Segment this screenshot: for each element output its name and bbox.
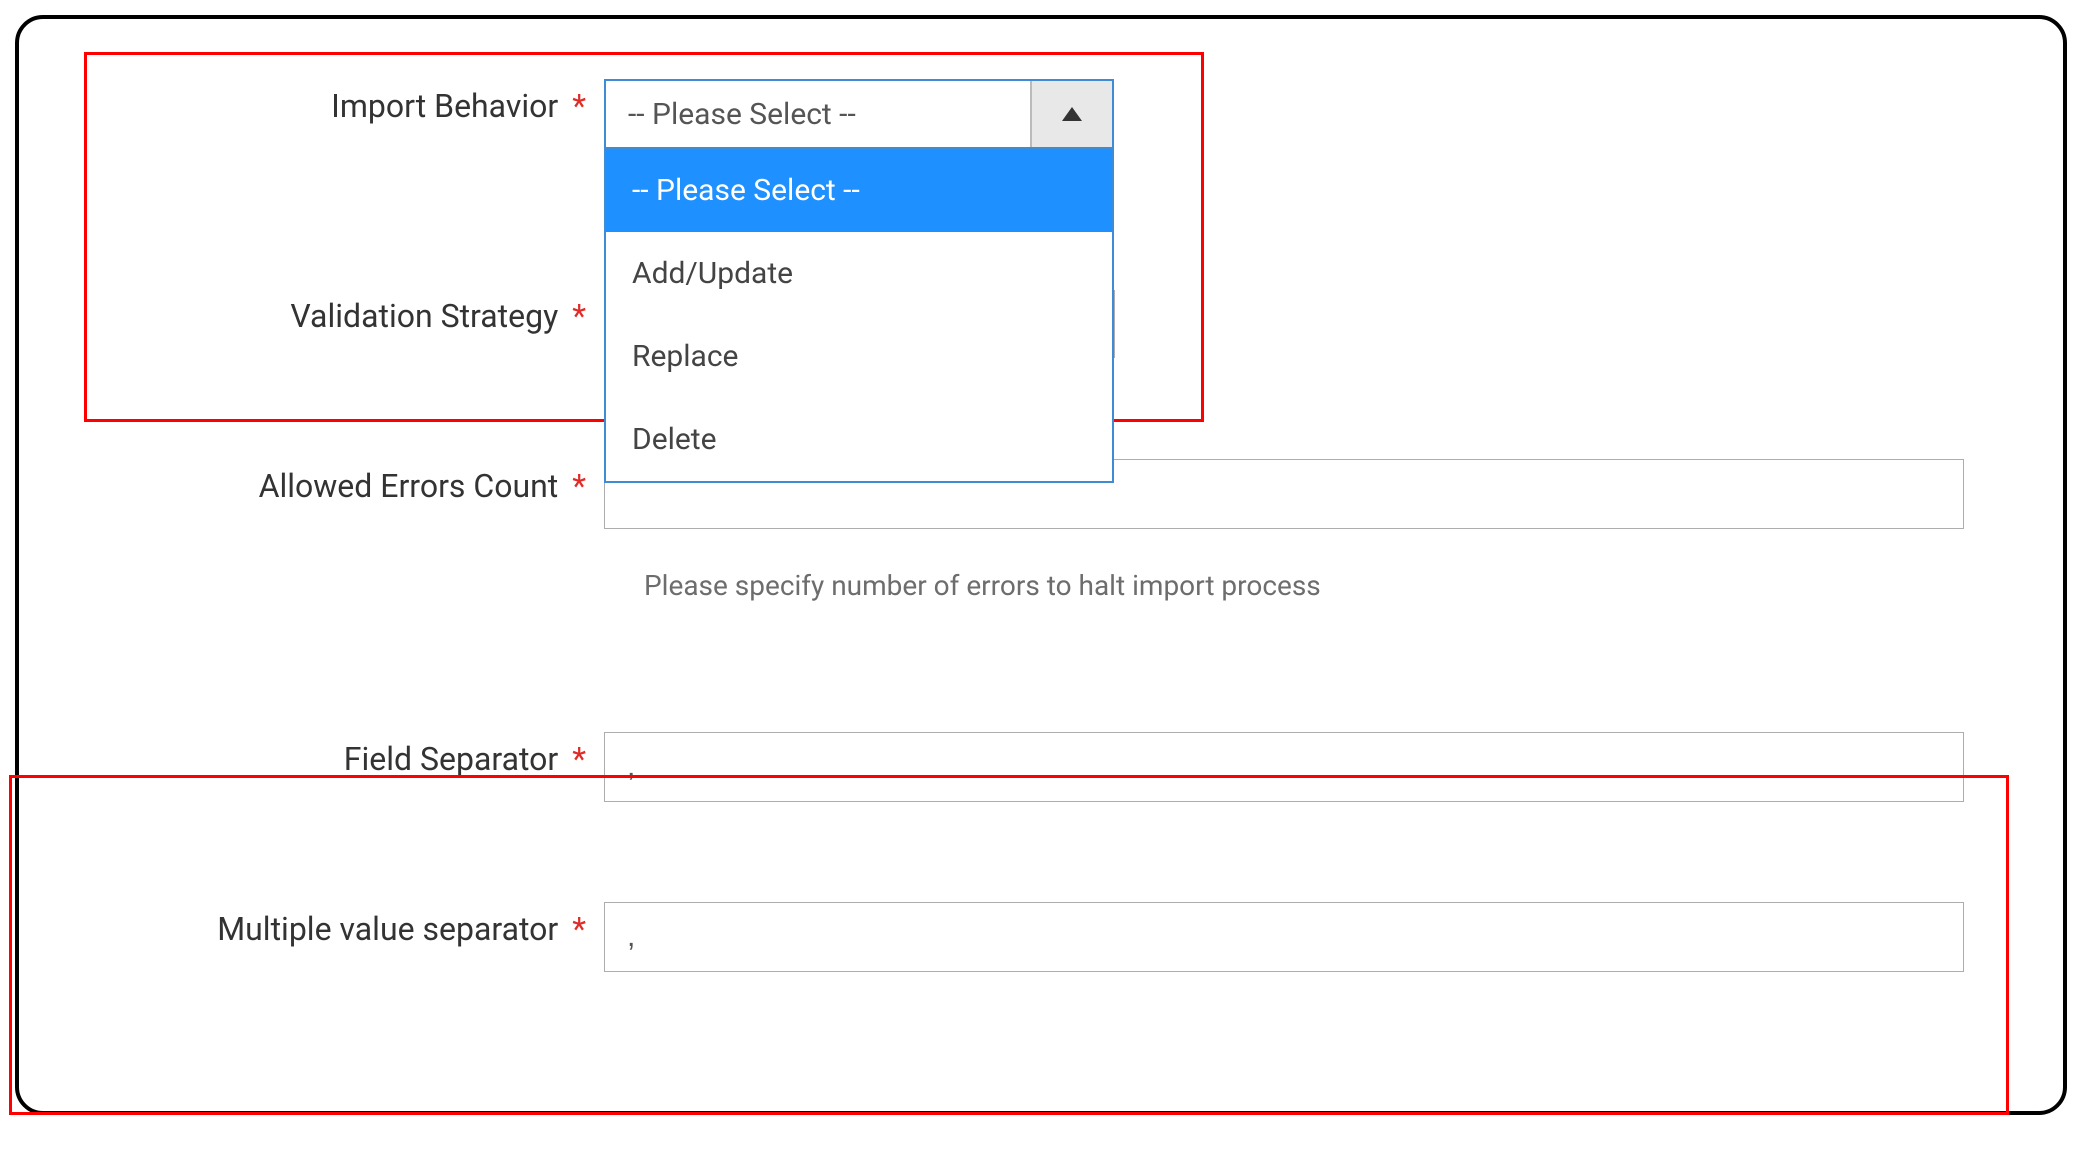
required-mark: * [572, 87, 586, 125]
import-behavior-option-add-update[interactable]: Add/Update [606, 232, 1112, 315]
multiple-value-separator-label: Multiple value separator [217, 910, 558, 948]
import-behavior-field-col: -- Please Select -- -- Please Select -- … [604, 69, 2033, 149]
import-behavior-dropdown-toggle[interactable] [1030, 81, 1112, 147]
import-behavior-label: Import Behavior [331, 87, 558, 125]
multiple-value-separator-label-col: Multiple value separator * [49, 892, 604, 948]
field-separator-label: Field Separator [344, 740, 558, 778]
validation-strategy-label-col: Validation Strategy * [49, 279, 604, 335]
import-behavior-dropdown-list: -- Please Select -- Add/Update Replace D… [604, 149, 1114, 483]
allowed-errors-label: Allowed Errors Count [259, 467, 559, 505]
multiple-value-separator-field-col [604, 892, 2033, 972]
required-mark: * [572, 910, 586, 948]
required-mark: * [572, 297, 586, 335]
allowed-errors-label-col: Allowed Errors Count * [49, 449, 604, 505]
import-behavior-option-delete[interactable]: Delete [606, 398, 1112, 481]
validation-strategy-label: Validation Strategy [290, 297, 558, 335]
import-behavior-select[interactable]: -- Please Select -- [604, 79, 1114, 149]
import-behavior-label-col: Import Behavior * [49, 69, 604, 125]
field-separator-label-col: Field Separator * [49, 722, 604, 778]
row-import-behavior: Import Behavior * -- Please Select -- --… [49, 49, 2033, 149]
import-behavior-selected-text: -- Please Select -- [606, 97, 1030, 132]
chevron-up-icon [1062, 107, 1082, 121]
required-mark: * [572, 467, 586, 505]
import-behavior-option-replace[interactable]: Replace [606, 315, 1112, 398]
multiple-value-separator-input[interactable] [604, 902, 1964, 972]
row-multiple-value-separator: Multiple value separator * [49, 892, 2033, 972]
field-separator-input[interactable] [604, 732, 1964, 802]
allowed-errors-help-text: Please specify number of errors to halt … [644, 569, 2033, 602]
required-mark: * [572, 740, 586, 778]
row-field-separator: Field Separator * [49, 722, 2033, 802]
import-behavior-option-please-select[interactable]: -- Please Select -- [606, 149, 1112, 232]
form-panel: Import Behavior * -- Please Select -- --… [15, 15, 2067, 1115]
field-separator-field-col [604, 722, 2033, 802]
